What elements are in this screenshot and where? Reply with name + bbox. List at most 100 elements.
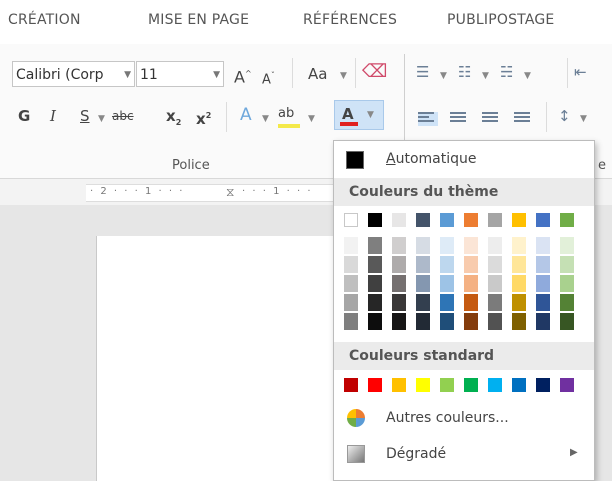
theme-shade-swatch[interactable] — [344, 313, 358, 330]
theme-shade-swatch[interactable] — [464, 237, 478, 254]
theme-color-swatch[interactable] — [536, 213, 550, 227]
more-colors-item[interactable]: Autres couleurs... — [334, 403, 594, 433]
theme-shade-swatch[interactable] — [536, 313, 550, 330]
tab-references[interactable]: RÉFÉRENCES — [303, 12, 397, 28]
theme-shade-swatch[interactable] — [536, 294, 550, 311]
theme-shade-swatch[interactable] — [368, 294, 382, 311]
theme-shade-swatch[interactable] — [392, 237, 406, 254]
theme-shade-swatch[interactable] — [464, 275, 478, 292]
justify-button[interactable] — [514, 112, 534, 126]
theme-shade-swatch[interactable] — [344, 275, 358, 292]
theme-shade-swatch[interactable] — [392, 275, 406, 292]
horizontal-ruler[interactable]: · 2 · · · 1 · · · ⧖ · · · 1 · · · — [86, 184, 336, 202]
theme-shade-swatch[interactable] — [440, 256, 454, 273]
theme-shade-swatch[interactable] — [368, 237, 382, 254]
theme-shade-swatch[interactable] — [512, 313, 526, 330]
document-page[interactable] — [96, 236, 347, 481]
theme-shade-swatch[interactable] — [560, 313, 574, 330]
highlight-button[interactable]: ab — [278, 104, 300, 128]
theme-shade-swatch[interactable] — [344, 237, 358, 254]
theme-color-swatch[interactable] — [344, 213, 358, 227]
standard-color-swatch[interactable] — [512, 378, 526, 392]
tab-publipostage[interactable]: PUBLIPOSTAGE — [447, 12, 554, 28]
theme-shade-swatch[interactable] — [392, 256, 406, 273]
theme-shade-swatch[interactable] — [536, 256, 550, 273]
theme-color-swatch[interactable] — [560, 213, 574, 227]
superscript-button[interactable]: x2 — [196, 106, 211, 129]
theme-shade-swatch[interactable] — [464, 256, 478, 273]
change-case-button[interactable]: Aa — [308, 64, 327, 84]
theme-shade-swatch[interactable] — [464, 313, 478, 330]
theme-shade-swatch[interactable] — [416, 275, 430, 292]
theme-shade-swatch[interactable] — [512, 294, 526, 311]
theme-shade-swatch[interactable] — [512, 275, 526, 292]
theme-shade-swatch[interactable] — [368, 256, 382, 273]
theme-shade-swatch[interactable] — [416, 294, 430, 311]
automatic-color-item[interactable]: Automatique — [334, 144, 594, 174]
theme-shade-swatch[interactable] — [440, 294, 454, 311]
standard-color-swatch[interactable] — [560, 378, 574, 392]
clear-formatting-icon[interactable]: ⌫ — [362, 62, 387, 82]
standard-color-swatch[interactable] — [464, 378, 478, 392]
theme-shade-swatch[interactable] — [560, 237, 574, 254]
italic-button[interactable]: I — [50, 106, 56, 126]
theme-color-swatch[interactable] — [512, 213, 526, 227]
subscript-button[interactable]: x2 — [166, 106, 181, 133]
theme-shade-swatch[interactable] — [416, 256, 430, 273]
theme-shade-swatch[interactable] — [512, 237, 526, 254]
theme-shade-swatch[interactable] — [392, 313, 406, 330]
theme-color-swatch[interactable] — [392, 213, 406, 227]
indent-marker-icon[interactable]: ⧖ — [226, 185, 234, 200]
theme-shade-swatch[interactable] — [560, 256, 574, 273]
bullets-icon[interactable]: ☰ — [416, 62, 429, 82]
theme-shade-swatch[interactable] — [488, 256, 502, 273]
numbering-icon[interactable]: ☷ — [458, 62, 471, 82]
standard-color-swatch[interactable] — [488, 378, 502, 392]
theme-shade-swatch[interactable] — [440, 313, 454, 330]
tab-mise-en-page[interactable]: MISE EN PAGE — [148, 12, 249, 28]
theme-shade-swatch[interactable] — [560, 275, 574, 292]
theme-shade-swatch[interactable] — [440, 275, 454, 292]
strikethrough-button[interactable]: abc — [112, 106, 134, 126]
tab-creation[interactable]: CRÉATION — [8, 12, 81, 28]
theme-shade-swatch[interactable] — [344, 256, 358, 273]
theme-shade-swatch[interactable] — [560, 294, 574, 311]
theme-shade-swatch[interactable] — [464, 294, 478, 311]
theme-shade-swatch[interactable] — [488, 313, 502, 330]
align-left-button[interactable] — [418, 112, 438, 126]
line-spacing-icon[interactable]: ↕ — [558, 106, 571, 126]
theme-shade-swatch[interactable] — [488, 237, 502, 254]
standard-color-swatch[interactable] — [392, 378, 406, 392]
theme-shade-swatch[interactable] — [368, 275, 382, 292]
standard-color-swatch[interactable] — [344, 378, 358, 392]
theme-shade-swatch[interactable] — [344, 294, 358, 311]
shrink-font-button[interactable]: Aˇ — [262, 66, 275, 90]
theme-color-swatch[interactable] — [488, 213, 502, 227]
theme-shade-swatch[interactable] — [488, 294, 502, 311]
theme-shade-swatch[interactable] — [536, 275, 550, 292]
gradient-item[interactable]: Dégradé ▶ — [334, 439, 594, 469]
theme-shade-swatch[interactable] — [536, 237, 550, 254]
theme-color-swatch[interactable] — [368, 213, 382, 227]
decrease-indent-icon[interactable]: ⇤ — [574, 62, 587, 82]
bold-button[interactable]: G — [18, 106, 30, 126]
align-right-button[interactable] — [482, 112, 502, 126]
underline-button[interactable]: S — [80, 106, 90, 126]
standard-color-swatch[interactable] — [416, 378, 430, 392]
text-effects-button[interactable]: A — [240, 105, 252, 125]
grow-font-button[interactable]: A^ — [234, 64, 252, 87]
theme-shade-swatch[interactable] — [512, 256, 526, 273]
theme-shade-swatch[interactable] — [416, 237, 430, 254]
align-center-button[interactable] — [450, 112, 470, 126]
theme-color-swatch[interactable] — [416, 213, 430, 227]
theme-color-swatch[interactable] — [464, 213, 478, 227]
theme-shade-swatch[interactable] — [392, 294, 406, 311]
font-name-combo[interactable]: Calibri (Corp ▼ — [12, 61, 135, 87]
standard-color-swatch[interactable] — [368, 378, 382, 392]
font-color-button[interactable]: A ▼ — [334, 100, 384, 130]
theme-shade-swatch[interactable] — [416, 313, 430, 330]
multilevel-list-icon[interactable]: ☵ — [500, 62, 513, 82]
standard-color-swatch[interactable] — [440, 378, 454, 392]
theme-shade-swatch[interactable] — [368, 313, 382, 330]
theme-shade-swatch[interactable] — [488, 275, 502, 292]
